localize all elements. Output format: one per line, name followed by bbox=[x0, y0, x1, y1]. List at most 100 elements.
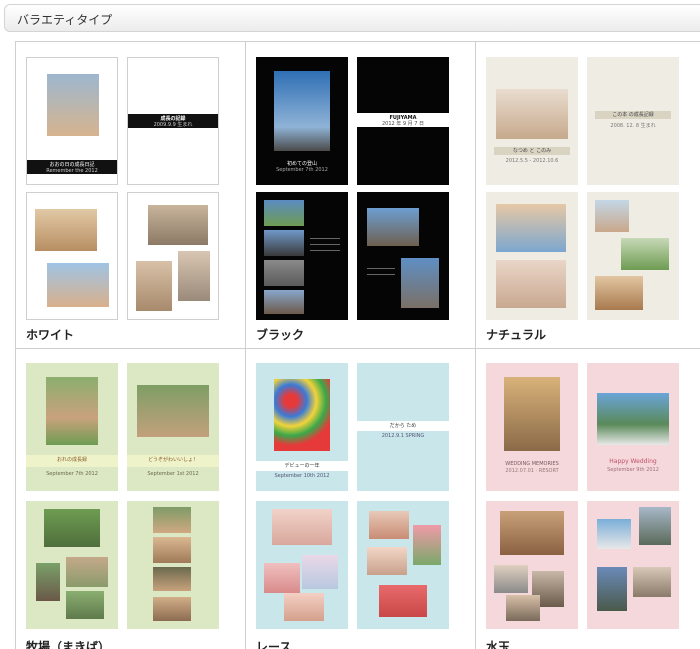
text-line bbox=[367, 268, 395, 269]
photo bbox=[66, 591, 104, 619]
photo bbox=[137, 385, 209, 437]
cover-title: デビューの一年 bbox=[284, 463, 320, 469]
style-card-lace[interactable]: デビューの一年 September 10th 2012 だから ため 2012.… bbox=[246, 349, 476, 649]
photo bbox=[178, 251, 210, 301]
photo bbox=[35, 209, 97, 251]
photo bbox=[302, 555, 338, 589]
album-style-grid: おおの日の成長日記 Remember the 2012 成長の記録 2009.9… bbox=[15, 41, 700, 649]
style-card-farm[interactable]: おれの成長録 September 7th 2012 どうぞがわいいしょ！ Sep… bbox=[16, 349, 246, 649]
photo bbox=[47, 263, 109, 307]
photo bbox=[44, 509, 100, 547]
cover-subtitle: 2012 年 9 月 7 日 bbox=[381, 121, 425, 127]
photo bbox=[153, 567, 191, 591]
style-label: ナチュラル bbox=[486, 328, 547, 342]
cover-subtitle: 2008. 12. 8 生まれ bbox=[610, 123, 656, 129]
page-thumbnail bbox=[256, 501, 348, 629]
cover-subtitle: September 9th 2012 bbox=[607, 467, 659, 473]
photo bbox=[633, 567, 671, 597]
photo bbox=[639, 507, 671, 545]
photo bbox=[494, 565, 528, 593]
photo bbox=[379, 585, 427, 617]
cover-title: この本 の成長記録 bbox=[612, 112, 654, 118]
cover-subtitle: September 10th 2012 bbox=[274, 473, 330, 479]
photo bbox=[274, 71, 330, 151]
page-thumbnail bbox=[587, 192, 679, 320]
page-thumbnail bbox=[127, 192, 219, 320]
photo bbox=[148, 205, 208, 245]
page-thumbnail bbox=[357, 192, 449, 320]
cover-subtitle: 2009.9.9 生まれ bbox=[153, 122, 193, 128]
style-label: ブラック bbox=[256, 328, 305, 342]
photo bbox=[264, 290, 304, 314]
style-label: ホワイト bbox=[26, 328, 75, 342]
page-thumbnail bbox=[587, 501, 679, 629]
style-label: 水玉 bbox=[486, 640, 511, 649]
page-thumbnail: 成長の記録 2009.9.9 生まれ bbox=[127, 57, 219, 185]
page-thumbnail: この本 の成長記録 2008. 12. 8 生まれ bbox=[587, 57, 679, 185]
style-label: レース bbox=[256, 640, 292, 649]
photo bbox=[595, 276, 643, 310]
page-thumbnail: おれの成長録 September 7th 2012 bbox=[26, 363, 118, 491]
photo bbox=[595, 200, 629, 232]
cover-title: WEDDING MEMORIES bbox=[505, 461, 559, 467]
photo bbox=[413, 525, 441, 565]
photo bbox=[597, 519, 631, 549]
photo bbox=[47, 74, 99, 136]
page-thumbnail: WEDDING MEMORIES 2012.07.01 · RESORT bbox=[486, 363, 578, 491]
photo bbox=[500, 511, 564, 555]
photo bbox=[496, 89, 568, 139]
text-line bbox=[367, 274, 395, 275]
photo bbox=[597, 393, 669, 445]
cover-subtitle: September 1st 2012 bbox=[147, 471, 199, 477]
page-thumbnail: Happy Wedding September 9th 2012 bbox=[587, 363, 679, 491]
cover-title: どうぞがわいいしょ！ bbox=[147, 457, 198, 463]
page-thumbnail: FUJIYAMA 2012 年 9 月 7 日 bbox=[357, 57, 449, 185]
photo bbox=[401, 258, 439, 308]
page-thumbnail: だから ため 2012.9.1 SPRING bbox=[357, 363, 449, 491]
photo bbox=[272, 509, 332, 545]
cover-title: おれの成長録 bbox=[56, 457, 87, 463]
cover-title: だから ため bbox=[389, 423, 417, 429]
photo bbox=[274, 379, 330, 451]
photo bbox=[367, 547, 407, 575]
header-bar: バラエティタイプ bbox=[4, 4, 700, 32]
text-line bbox=[310, 244, 340, 245]
page-thumbnail: どうぞがわいいしょ！ September 1st 2012 bbox=[127, 363, 219, 491]
page-thumbnail: 初めての登山 September 7th 2012 bbox=[256, 57, 348, 185]
photo bbox=[264, 200, 304, 226]
cover-subtitle: 2012.9.1 SPRING bbox=[381, 433, 425, 439]
photo bbox=[369, 511, 409, 539]
style-label: 牧場（まきば） bbox=[26, 640, 111, 649]
style-card-natural[interactable]: なつめ と このみ 2012.5.5 - 2012.10.6 この本 の成長記録… bbox=[476, 42, 700, 349]
cover-subtitle: 2012.5.5 - 2012.10.6 bbox=[505, 158, 559, 164]
cover-subtitle: 2012.07.01 · RESORT bbox=[505, 468, 559, 474]
photo bbox=[264, 230, 304, 256]
page-title: バラエティタイプ bbox=[17, 13, 113, 27]
photo bbox=[597, 567, 627, 611]
page-thumbnail bbox=[26, 192, 118, 320]
page-thumbnail: デビューの一年 September 10th 2012 bbox=[256, 363, 348, 491]
text-line bbox=[310, 238, 340, 239]
photo bbox=[153, 507, 191, 533]
photo bbox=[46, 377, 98, 445]
photo bbox=[136, 261, 172, 311]
photo bbox=[496, 204, 566, 252]
photo bbox=[506, 595, 540, 621]
photo bbox=[153, 537, 191, 563]
photo bbox=[264, 563, 300, 593]
page-thumbnail bbox=[26, 501, 118, 629]
photo bbox=[36, 563, 60, 601]
page-thumbnail bbox=[357, 501, 449, 629]
style-card-black[interactable]: 初めての登山 September 7th 2012 FUJIYAMA 2012 … bbox=[246, 42, 476, 349]
page-thumbnail bbox=[256, 192, 348, 320]
cover-subtitle: Remember the 2012 bbox=[46, 168, 98, 174]
page-thumbnail: なつめ と このみ 2012.5.5 - 2012.10.6 bbox=[486, 57, 578, 185]
photo bbox=[66, 557, 108, 587]
style-card-white[interactable]: おおの日の成長日記 Remember the 2012 成長の記録 2009.9… bbox=[16, 42, 246, 349]
page-thumbnail bbox=[486, 501, 578, 629]
photo bbox=[621, 238, 669, 270]
style-card-dots[interactable]: WEDDING MEMORIES 2012.07.01 · RESORT Hap… bbox=[476, 349, 700, 649]
cover-subtitle: September 7th 2012 bbox=[46, 471, 98, 477]
page-thumbnail bbox=[127, 501, 219, 629]
photo bbox=[504, 377, 560, 451]
